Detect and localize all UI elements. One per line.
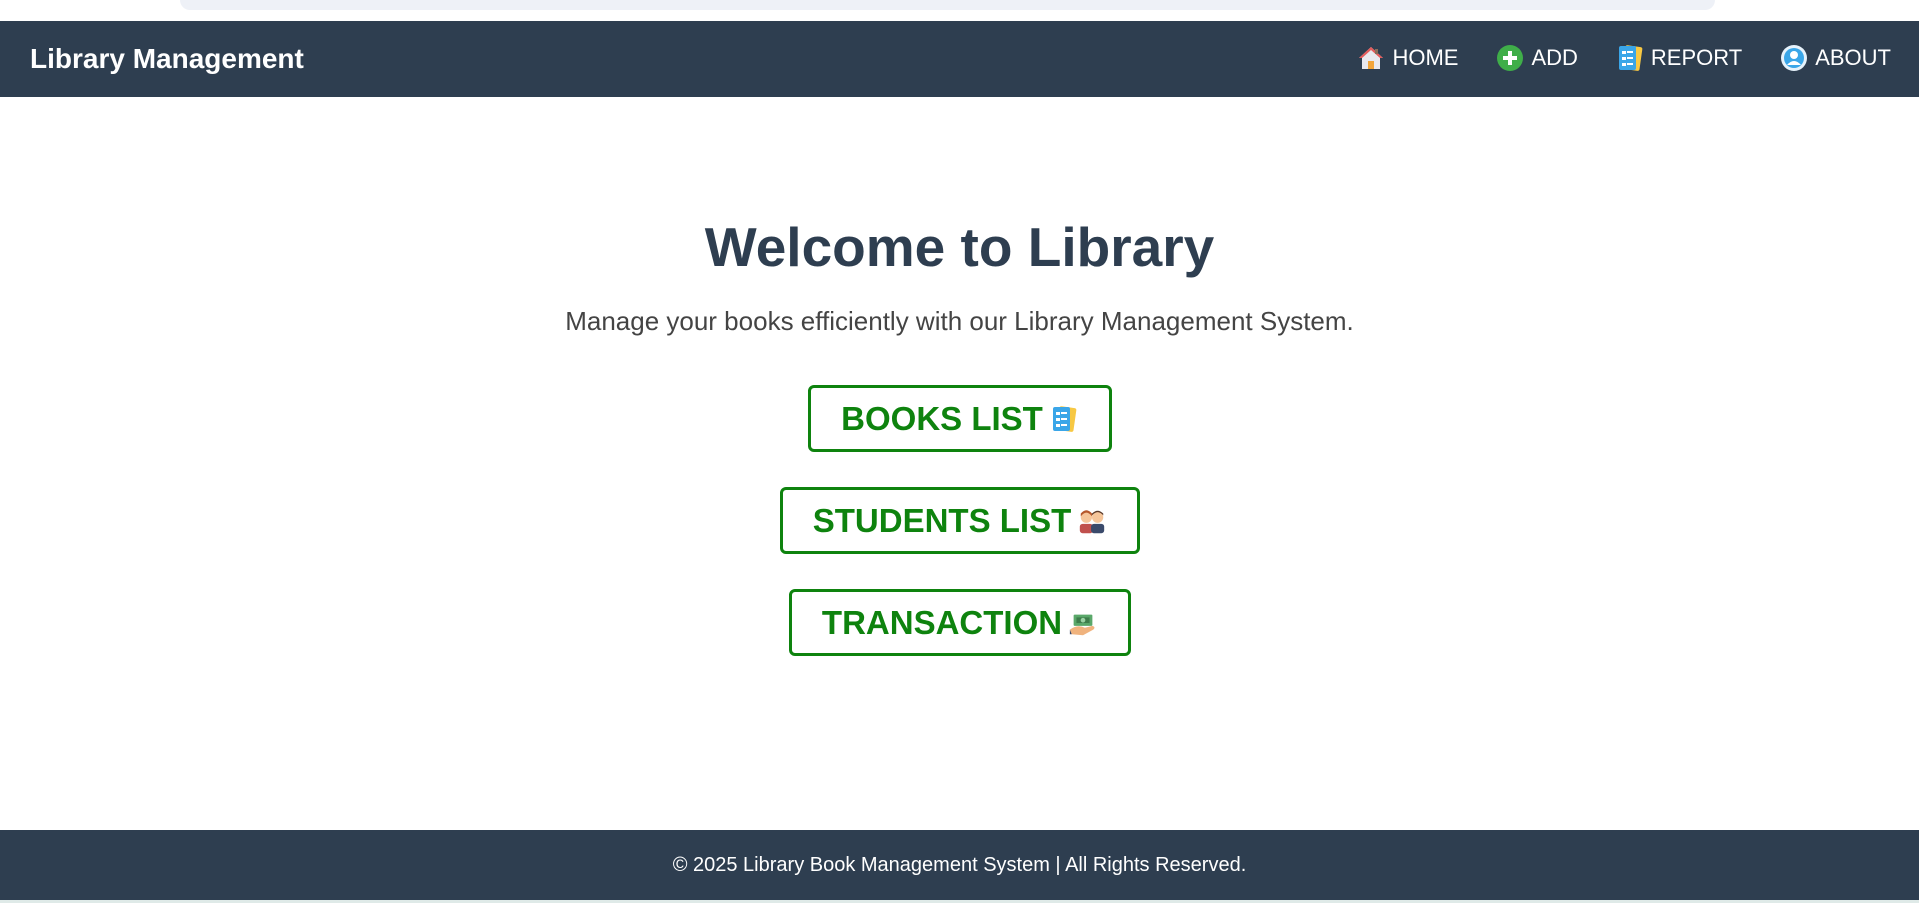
nav-links: HOME ADD REPORT ABOUT	[1356, 43, 1891, 73]
footer-text: © 2025 Library Book Management System | …	[672, 854, 1247, 876]
students-list-button[interactable]: STUDENTS LIST	[780, 487, 1140, 554]
user-circle-icon	[1779, 43, 1809, 73]
page-title: Welcome to Library	[704, 216, 1215, 278]
brand-title[interactable]: Library Management	[30, 42, 304, 76]
report-icon	[1049, 404, 1079, 434]
nav-home-label: HOME	[1392, 45, 1459, 70]
students-list-label: STUDENTS LIST	[812, 501, 1072, 539]
nav-add-link[interactable]: ADD	[1495, 43, 1578, 73]
nav-report-label: REPORT	[1650, 45, 1743, 70]
nav-report-link[interactable]: REPORT	[1615, 43, 1742, 73]
navbar: Library Management HOME ADD REPORT ABOUT	[0, 21, 1919, 97]
nav-about-link[interactable]: ABOUT	[1779, 43, 1891, 73]
transaction-button[interactable]: TRANSACTION	[789, 589, 1131, 656]
report-icon	[1615, 43, 1645, 73]
books-list-label: BOOKS LIST	[841, 399, 1043, 437]
plus-circle-icon	[1495, 43, 1525, 73]
footer: © 2025 Library Book Management System | …	[0, 830, 1919, 900]
transaction-label: TRANSACTION	[821, 603, 1063, 641]
house-icon	[1356, 43, 1386, 73]
nav-home-link[interactable]: HOME	[1356, 43, 1458, 73]
students-icon	[1077, 506, 1107, 536]
browser-top-strip	[0, 0, 1919, 21]
page-subtitle: Manage your books efficiently with our L…	[565, 306, 1354, 336]
main-content: Welcome to Library Manage your books eff…	[0, 97, 1919, 830]
nav-add-label: ADD	[1531, 45, 1578, 70]
books-list-button[interactable]: BOOKS LIST	[808, 385, 1112, 452]
money-hand-icon	[1068, 608, 1098, 638]
address-bar-edge	[180, 0, 1715, 10]
nav-about-label: ABOUT	[1815, 45, 1891, 70]
